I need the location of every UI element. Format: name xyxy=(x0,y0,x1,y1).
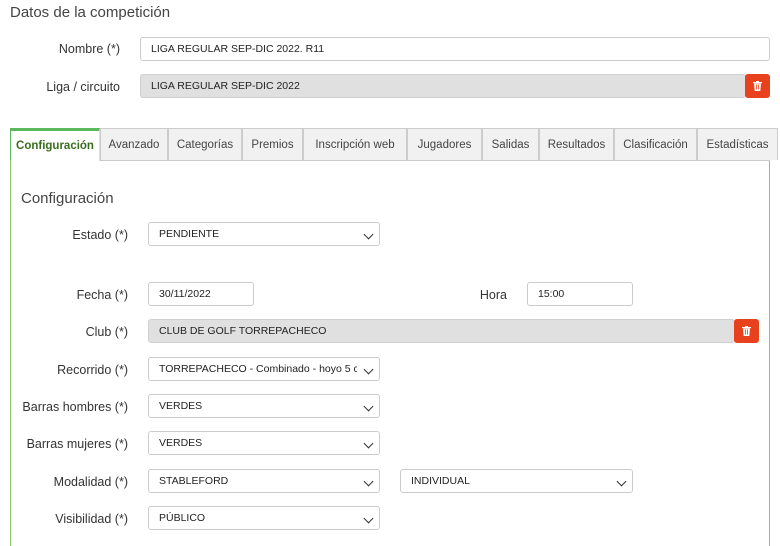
tab-resultados[interactable]: Resultados xyxy=(539,128,614,160)
estado-value: PENDIENTE xyxy=(159,228,220,240)
chevron-down-icon xyxy=(363,229,374,240)
nombre-label: Nombre (*) xyxy=(58,42,120,56)
config-title: Configuración xyxy=(21,190,114,207)
liga-label: Liga / circuito xyxy=(46,80,120,94)
chevron-down-icon xyxy=(363,401,374,412)
trash-icon xyxy=(753,81,762,91)
recorrido-label: Recorrido (*) xyxy=(57,363,128,377)
tab-avanzado[interactable]: Avanzado xyxy=(100,128,168,160)
hora-label: Hora xyxy=(479,288,507,302)
tab-estadisticas[interactable]: Estadísticas xyxy=(697,128,778,160)
barras-hombres-label: Barras hombres (*) xyxy=(22,400,128,414)
recorrido-value: TORREPACHECO - Combinado - hoyo 5 cerrad… xyxy=(159,363,357,375)
club-delete-button[interactable] xyxy=(734,319,759,343)
tab-jugadores[interactable]: Jugadores xyxy=(407,128,482,160)
modalidad-tipo-select[interactable]: INDIVIDUAL xyxy=(400,469,633,493)
visibilidad-label: Visibilidad (*) xyxy=(55,512,128,526)
visibilidad-value: PÚBLICO xyxy=(159,512,206,524)
section-title: Datos de la competición xyxy=(10,4,171,21)
estado-select[interactable]: PENDIENTE xyxy=(148,222,380,246)
liga-delete-button[interactable] xyxy=(745,74,770,98)
nombre-input[interactable]: LIGA REGULAR SEP-DIC 2022. R11 xyxy=(140,37,770,61)
chevron-down-icon xyxy=(363,438,374,449)
club-label: Club (*) xyxy=(85,325,128,339)
modalidad-select[interactable]: STABLEFORD xyxy=(148,469,380,493)
fecha-value: 30/11/2022 xyxy=(159,288,211,300)
chevron-down-icon xyxy=(363,476,374,487)
tab-premios[interactable]: Premios xyxy=(242,128,303,160)
club-field: CLUB DE GOLF TORREPACHECO xyxy=(148,319,735,343)
modalidad-tipo-value: INDIVIDUAL xyxy=(411,475,470,487)
hora-input[interactable]: 15:00 xyxy=(527,282,633,306)
modalidad-value: STABLEFORD xyxy=(159,475,229,487)
trash-icon xyxy=(742,326,751,336)
tab-bar: Configuración Avanzado Categorías Premio… xyxy=(10,128,778,161)
tab-categorias[interactable]: Categorías xyxy=(168,128,242,160)
modalidad-label: Modalidad (*) xyxy=(53,475,128,489)
barras-mujeres-select[interactable]: VERDES xyxy=(148,431,380,455)
hora-value: 15:00 xyxy=(538,288,565,300)
fecha-input[interactable]: 30/11/2022 xyxy=(148,282,254,306)
tab-clasificacion[interactable]: Clasificación xyxy=(614,128,697,160)
chevron-down-icon xyxy=(363,364,374,375)
tab-salidas[interactable]: Salidas xyxy=(482,128,539,160)
chevron-down-icon xyxy=(363,513,374,524)
estado-label: Estado (*) xyxy=(72,228,128,242)
tab-configuracion[interactable]: Configuración xyxy=(10,128,100,161)
liga-value: LIGA REGULAR SEP-DIC 2022 xyxy=(151,80,300,92)
club-value: CLUB DE GOLF TORREPACHECO xyxy=(159,325,327,337)
barras-hombres-select[interactable]: VERDES xyxy=(148,394,380,418)
chevron-down-icon xyxy=(616,476,627,487)
barras-mujeres-value: VERDES xyxy=(159,437,203,449)
barras-mujeres-label: Barras mujeres (*) xyxy=(26,437,128,451)
barras-hombres-value: VERDES xyxy=(159,400,203,412)
liga-field: LIGA REGULAR SEP-DIC 2022 xyxy=(140,74,746,98)
nombre-value: LIGA REGULAR SEP-DIC 2022. R11 xyxy=(151,43,325,55)
tab-divider xyxy=(100,160,770,161)
tab-inscripcion-web[interactable]: Inscripción web xyxy=(303,128,407,160)
recorrido-select[interactable]: TORREPACHECO - Combinado - hoyo 5 cerrad… xyxy=(148,357,380,381)
fecha-label: Fecha (*) xyxy=(76,288,128,302)
visibilidad-select[interactable]: PÚBLICO xyxy=(148,506,380,530)
